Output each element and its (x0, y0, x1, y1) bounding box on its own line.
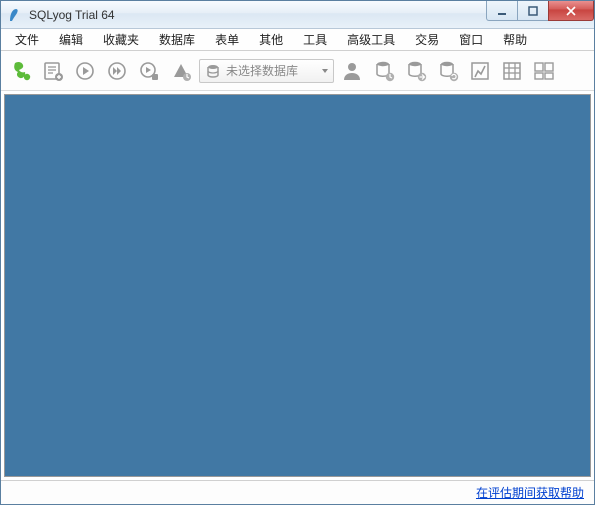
trial-help-link[interactable]: 在评估期间获取帮助 (476, 484, 584, 501)
maximize-button[interactable] (517, 1, 549, 21)
window-title: SQLyog Trial 64 (29, 8, 115, 22)
new-query-button[interactable] (39, 57, 67, 85)
menu-tools[interactable]: 工具 (293, 29, 337, 50)
menu-transaction[interactable]: 交易 (405, 29, 449, 50)
user-manager-button[interactable] (338, 57, 366, 85)
menu-favorites[interactable]: 收藏夹 (93, 29, 149, 50)
database-selector[interactable]: 未选择数据库 (199, 59, 334, 83)
minimize-button[interactable] (486, 1, 518, 21)
menubar: 文件 编辑 收藏夹 数据库 表单 其他 工具 高级工具 交易 窗口 帮助 (1, 29, 594, 51)
mdi-workspace (4, 94, 591, 477)
scheduled-backup-button[interactable] (370, 57, 398, 85)
import-external-button[interactable] (402, 57, 430, 85)
execute-edit-button[interactable] (135, 57, 163, 85)
new-connection-button[interactable] (7, 57, 35, 85)
database-selector-label: 未选择数据库 (226, 62, 298, 79)
close-button[interactable] (548, 1, 594, 21)
menu-table[interactable]: 表单 (205, 29, 249, 50)
menu-window[interactable]: 窗口 (449, 29, 493, 50)
window-controls (487, 1, 594, 21)
menu-file[interactable]: 文件 (5, 29, 49, 50)
chevron-down-icon (321, 64, 329, 78)
toolbar: 未选择数据库 (1, 51, 594, 91)
schema-designer-button[interactable] (498, 57, 526, 85)
menu-database[interactable]: 数据库 (149, 29, 205, 50)
app-icon (7, 7, 23, 23)
statusbar: 在评估期间获取帮助 (1, 480, 594, 504)
data-search-button[interactable] (530, 57, 558, 85)
menu-edit[interactable]: 编辑 (49, 29, 93, 50)
format-query-button[interactable] (167, 57, 195, 85)
query-builder-button[interactable] (466, 57, 494, 85)
titlebar: SQLyog Trial 64 (1, 1, 594, 29)
menu-advtools[interactable]: 高级工具 (337, 29, 405, 50)
app-window: SQLyog Trial 64 文件 编辑 收藏夹 数据库 表单 其他 工具 高… (0, 0, 595, 505)
execute-all-button[interactable] (103, 57, 131, 85)
database-icon (206, 64, 220, 78)
execute-query-button[interactable] (71, 57, 99, 85)
menu-help[interactable]: 帮助 (493, 29, 537, 50)
menu-other[interactable]: 其他 (249, 29, 293, 50)
sync-button[interactable] (434, 57, 462, 85)
